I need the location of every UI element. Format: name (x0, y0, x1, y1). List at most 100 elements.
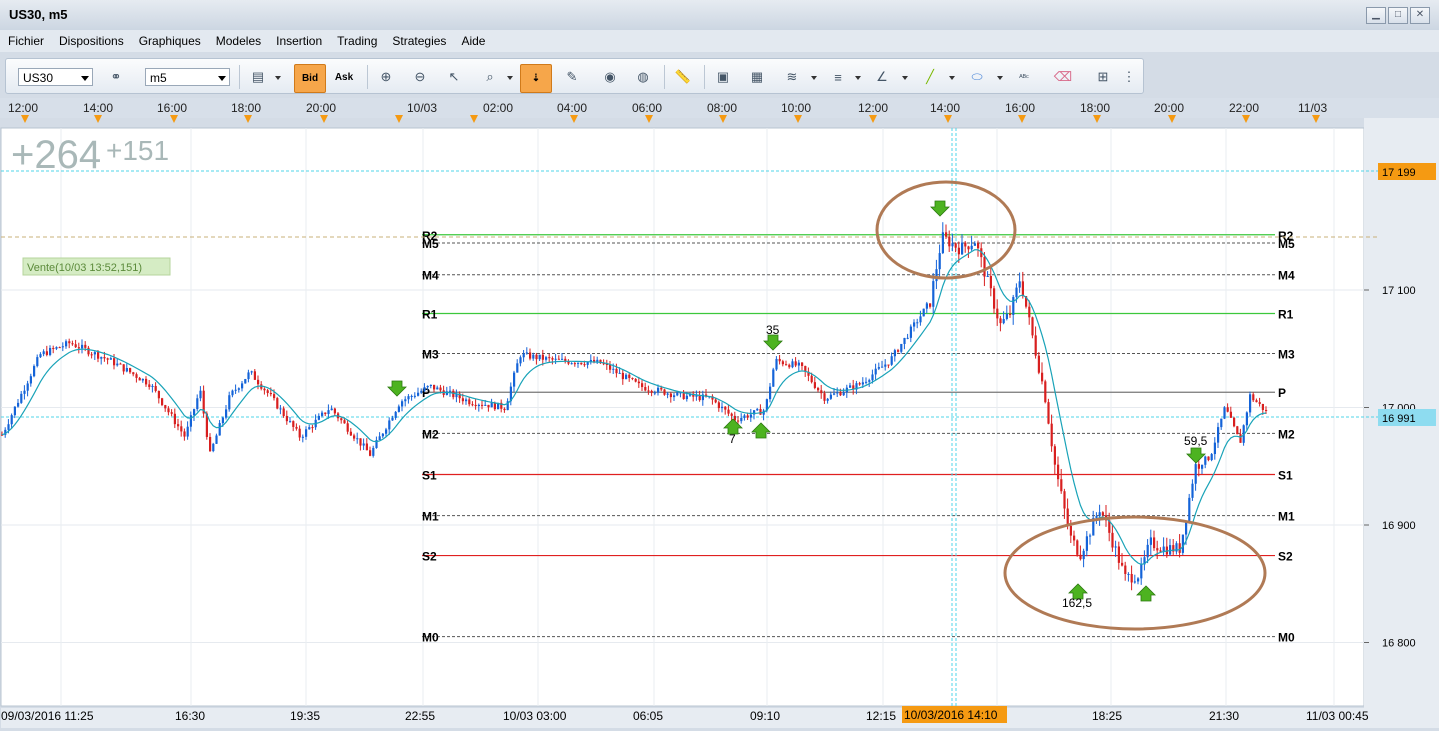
candle-body (1073, 535, 1076, 541)
menu-fichier[interactable]: Fichier (0, 30, 51, 48)
candle-body (813, 382, 816, 388)
globe-icon[interactable]: ◍ (633, 67, 653, 87)
timeframe-select[interactable]: m5 (145, 68, 230, 86)
chevron-down-icon[interactable] (855, 76, 861, 80)
zoom-out-icon[interactable]: ⊖ (410, 67, 430, 87)
candle-body (100, 357, 103, 359)
candle-body (1233, 417, 1236, 427)
candle-body (401, 401, 404, 407)
candle-body (87, 347, 90, 355)
toolbar-options-icon[interactable]: ⋮ (1123, 67, 1136, 87)
candle-body (327, 410, 330, 415)
trendline-icon[interactable]: ╱ (920, 67, 940, 87)
candle-body (737, 420, 740, 422)
hierarchy-icon[interactable]: ⊞ (1093, 67, 1113, 87)
ask-button[interactable]: Ask (334, 67, 354, 87)
fibonacci-icon[interactable]: ≋ (782, 67, 802, 87)
candle-body (788, 364, 791, 368)
candle-body (1050, 423, 1053, 447)
candle-body (420, 390, 423, 393)
candle-body (298, 428, 301, 438)
chevron-down-icon[interactable] (997, 76, 1003, 80)
candle-body (45, 351, 48, 355)
top-axis-label: 12:00 (8, 101, 39, 115)
ruler-icon[interactable]: 📏 (673, 67, 693, 87)
candle-body (173, 413, 176, 425)
candle-body (842, 392, 845, 396)
menu-modeles[interactable]: Modeles (208, 30, 268, 48)
maximize-button[interactable]: □ (1388, 7, 1408, 24)
chevron-down-icon[interactable] (949, 76, 955, 80)
edit-icon[interactable]: ✎ (562, 67, 582, 87)
candle-body (618, 372, 621, 374)
candle-body (890, 356, 893, 365)
chevron-down-icon[interactable] (275, 76, 281, 80)
image-icon[interactable]: ▣ (713, 67, 733, 87)
ellipse-icon[interactable]: ⬭ (967, 67, 987, 87)
candle-body (977, 243, 980, 249)
eye-icon[interactable]: ◉ (600, 67, 620, 87)
close-button[interactable]: ✕ (1410, 7, 1430, 24)
candle-body (276, 398, 279, 409)
bid-button[interactable]: Bid (294, 64, 326, 93)
candle-body (407, 396, 410, 400)
chart-svg[interactable]: M5 M5R2 R2M4 M4R1 R1M3 M3P PM2 M2S1 S1M1 M1S2 S2M0… (0, 118, 1439, 728)
chevron-down-icon[interactable] (507, 76, 513, 80)
menu-aide[interactable]: Aide (453, 30, 492, 48)
fan-icon[interactable]: ∠ (872, 67, 892, 87)
minimize-button[interactable]: ▁ (1366, 7, 1386, 24)
symbol-link-icon[interactable]: ⚭ (106, 67, 126, 87)
pivot-label-left: M2 (422, 427, 439, 441)
candle-body (887, 364, 890, 366)
candle-body (1009, 313, 1012, 315)
candle-body (829, 394, 832, 399)
eraser-icon[interactable]: ⌫ (1053, 67, 1073, 87)
candle-body (1226, 407, 1229, 412)
candle-body (305, 429, 308, 437)
bottom-axis-label: 06:05 (633, 709, 663, 723)
pivot-label-right: M3 (1278, 347, 1295, 361)
candle-body (388, 420, 391, 430)
candle-body (346, 423, 349, 432)
top-axis-label: 11/03 (1298, 101, 1328, 115)
chevron-down-icon[interactable] (902, 76, 908, 80)
candle-body (759, 408, 762, 415)
candle-body (513, 372, 516, 387)
menu-trading[interactable]: Trading (329, 30, 384, 48)
text-tool-icon[interactable]: ᴬᴮᶜ (1014, 67, 1034, 87)
candle-body (669, 393, 672, 398)
cursor-icon[interactable]: ↖ (444, 67, 464, 87)
trade-annotation: 35 (766, 323, 780, 337)
bid-label: Bid (301, 73, 319, 84)
chevron-down-icon[interactable] (811, 76, 817, 80)
candle-body (913, 322, 916, 327)
candle-body (685, 395, 688, 400)
symbol-select[interactable]: US30 (18, 68, 93, 86)
candle-body (823, 393, 826, 401)
candle-body (369, 450, 372, 456)
chart-type-icon[interactable]: ▤ (248, 67, 268, 87)
candle-body (161, 398, 164, 406)
candle-body (292, 421, 295, 427)
lines-icon[interactable]: ≡ (828, 67, 848, 87)
template-icon[interactable]: ▦ (747, 67, 767, 87)
autoscroll-button[interactable]: ⇣ (520, 64, 552, 93)
top-axis-label: 06:00 (632, 101, 663, 115)
candle-body (577, 362, 580, 364)
menu-strategies[interactable]: Strategies (384, 30, 453, 48)
menu-graphiques[interactable]: Graphiques (131, 30, 208, 48)
candle-body (1223, 407, 1226, 419)
candle-body (612, 368, 615, 370)
candle-body (353, 435, 356, 439)
price-axis-label: 16 800 (1382, 638, 1416, 650)
menu-dispositions[interactable]: Dispositions (51, 30, 131, 48)
magnifier-icon[interactable]: ⌕ (480, 67, 500, 87)
candle-body (781, 361, 784, 365)
top-axis-label: 02:00 (483, 101, 514, 115)
zoom-in-icon[interactable]: ⊕ (376, 67, 396, 87)
candle-body (10, 415, 13, 425)
chart-area[interactable]: M5 M5 R2 R2 M4 M4 R1 R1 M3 M3 P P M2 M2 S1 S1 M1 M1 S2 S2 M0… (0, 118, 1439, 728)
menu-insertion[interactable]: Insertion (268, 30, 329, 48)
candle-body (247, 372, 250, 380)
candle-body (535, 354, 538, 360)
